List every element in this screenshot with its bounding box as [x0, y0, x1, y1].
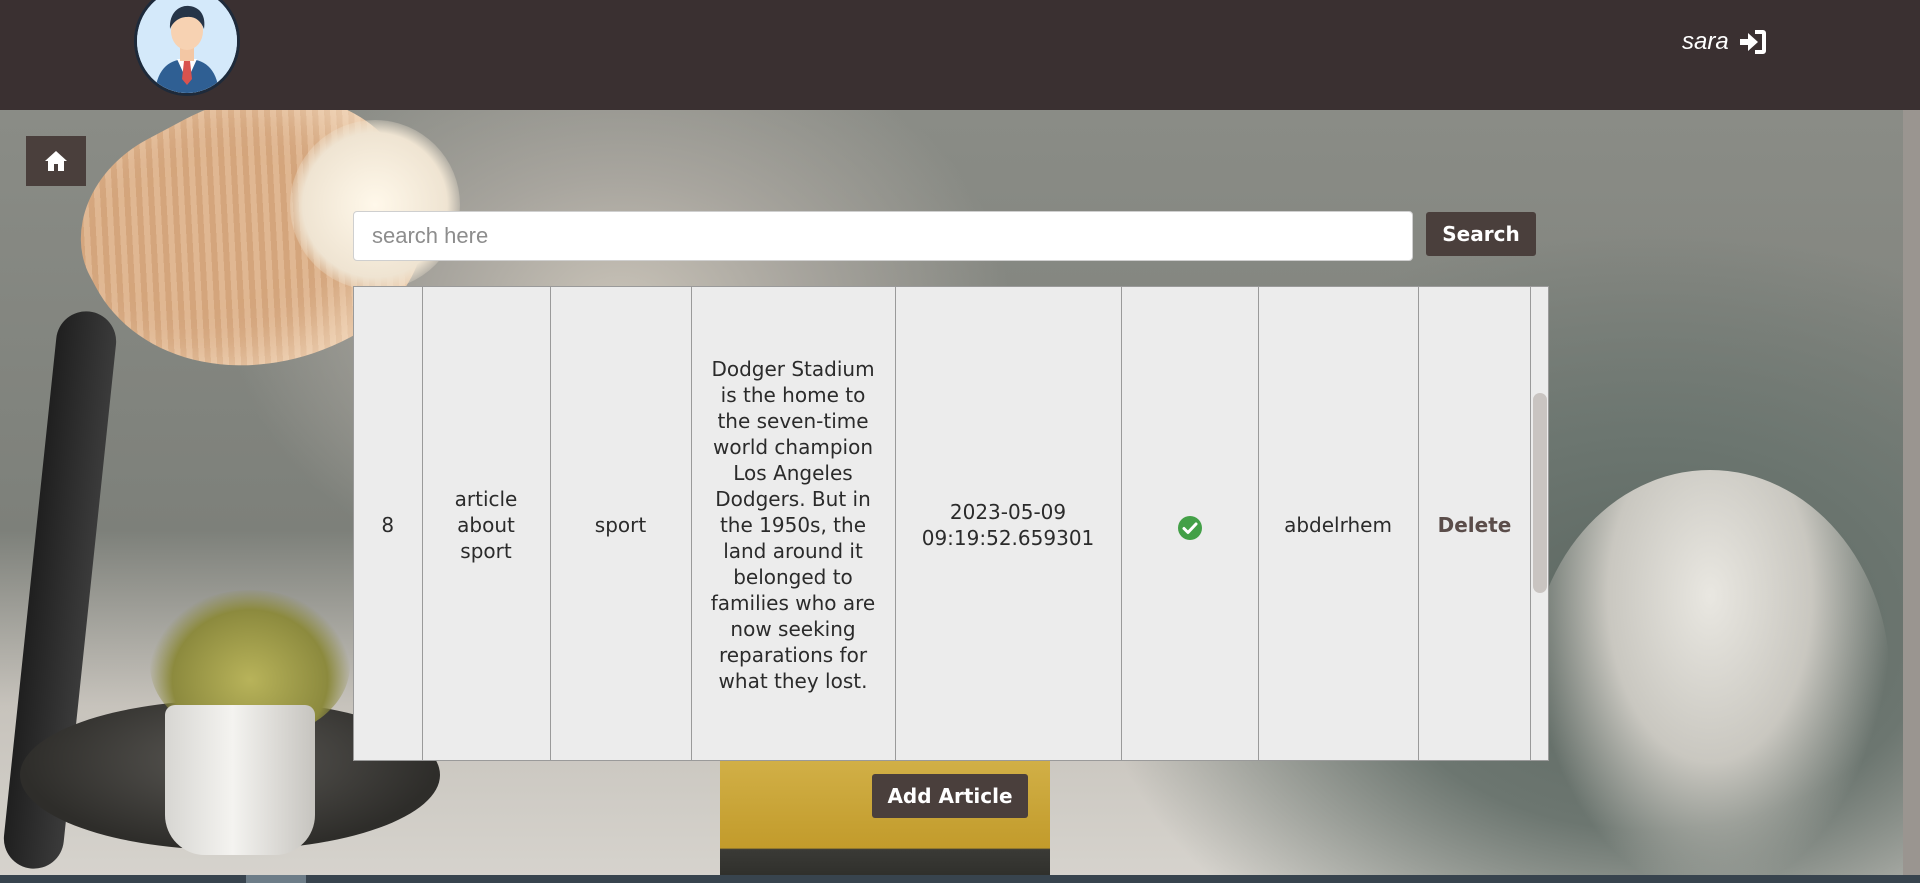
- search-input[interactable]: [353, 211, 1413, 261]
- article-title-cell: article about sport: [422, 287, 551, 760]
- article-status-cell: [1121, 287, 1259, 760]
- top-header: sara: [0, 0, 1903, 110]
- page-horizontal-scrollbar-thumb[interactable]: [246, 875, 306, 883]
- page-vertical-scrollbar[interactable]: [1903, 0, 1920, 875]
- article-category-cell: sport: [550, 287, 692, 760]
- table-scrollbar-thumb[interactable]: [1533, 393, 1547, 593]
- figure-decoration: [1530, 470, 1890, 875]
- businessman-avatar-icon: [134, 0, 240, 96]
- pot-decoration: [165, 705, 315, 855]
- user-name: sara: [1682, 28, 1729, 55]
- add-article-button[interactable]: Add Article: [872, 774, 1028, 818]
- table-row: 8 article about sport sport Dodger Stadi…: [354, 287, 1532, 760]
- article-id-cell: 8: [354, 287, 423, 760]
- articles-table: 8 article about sport sport Dodger Stadi…: [354, 287, 1532, 760]
- user-login-link[interactable]: sara: [1682, 22, 1769, 62]
- home-icon: [45, 151, 67, 171]
- article-action-cell: Delete: [1418, 287, 1532, 760]
- article-content-cell: Dodger Stadium is the home to the seven-…: [691, 287, 896, 760]
- check-circle-icon: [1177, 515, 1202, 540]
- table-scrollbar[interactable]: [1530, 287, 1548, 760]
- delete-link[interactable]: Delete: [1438, 513, 1512, 537]
- article-date-cell: 2023-05-09 09:19:52.659301: [895, 287, 1122, 760]
- page-horizontal-scrollbar[interactable]: [0, 875, 1920, 883]
- home-button[interactable]: [26, 136, 86, 186]
- search-button[interactable]: Search: [1426, 212, 1536, 256]
- articles-table-container: 8 article about sport sport Dodger Stadi…: [353, 286, 1549, 761]
- lamp-light-decoration: [290, 120, 460, 290]
- article-author-cell: abdelrhem: [1258, 287, 1419, 760]
- sign-in-icon: [1739, 30, 1766, 54]
